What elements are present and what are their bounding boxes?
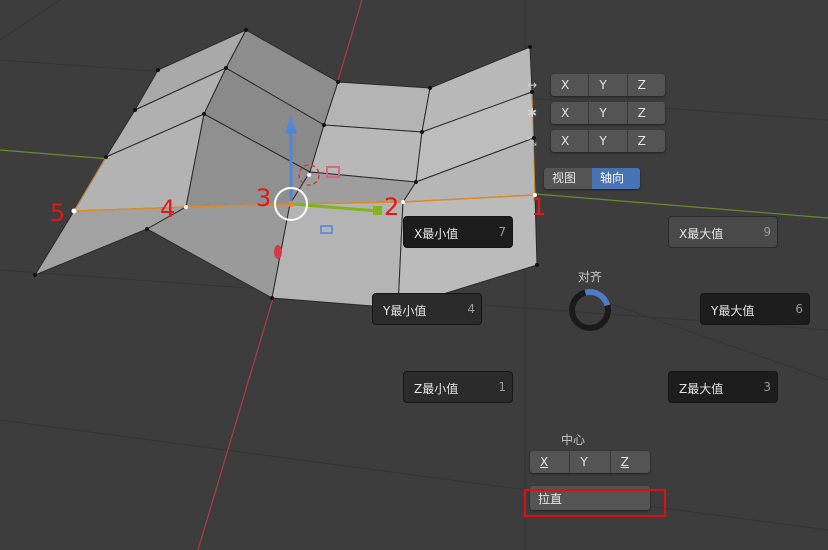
center-axis-row: X Y Z [530,451,650,473]
axis-option[interactable]: 轴向 [592,168,640,189]
x-max-field[interactable]: X最大值 9 [669,217,777,247]
z-min-field[interactable]: Z最小值 1 [404,372,512,402]
center-label: 中心 [561,433,586,447]
axis-y-button[interactable]: Y [589,102,628,124]
view-option[interactable]: 视图 [544,168,592,189]
axis-z-button[interactable]: Z [628,74,665,96]
axis-x-button[interactable]: X [551,74,590,96]
axis-row-1: X Y Z [551,74,665,96]
axis-z-button[interactable]: Z [628,102,665,124]
marker-3: 3 [256,184,272,212]
axis-row-3: X Y Z [551,130,665,152]
highlight-box [524,489,666,517]
x-min-field[interactable]: X最小值 7 [404,217,512,247]
y-max-field[interactable]: Y最大值 6 [701,294,809,324]
mesh[interactable] [33,28,538,309]
axis-y-button[interactable]: Y [589,130,628,152]
axis-z-button[interactable]: Z [628,130,665,152]
z-max-field[interactable]: Z最大值 3 [669,372,777,402]
y-min-field[interactable]: Y最小值 4 [373,294,481,324]
center-z-button[interactable]: Z [611,451,650,473]
3d-viewport[interactable] [0,0,828,550]
axis-x-button[interactable]: X [551,102,590,124]
marker-1: 1 [531,193,547,221]
orientation-toggle: 视图 轴向 [544,168,640,189]
axis-row-2: X Y Z [551,102,665,124]
marker-5: 5 [50,199,66,227]
marker-2: 2 [384,193,400,221]
axis-x-button[interactable]: X [551,130,590,152]
align-label: 对齐 [578,270,603,284]
axis-y-button[interactable]: Y [589,74,628,96]
center-y-button[interactable]: Y [570,451,611,473]
scale-axis-icon: ⤡ [527,134,537,148]
pivot-icon: ✱ [527,106,538,120]
center-x-button[interactable]: X [530,451,571,473]
move-axis-icon: ↔ [527,78,538,92]
marker-4: 4 [160,195,176,223]
